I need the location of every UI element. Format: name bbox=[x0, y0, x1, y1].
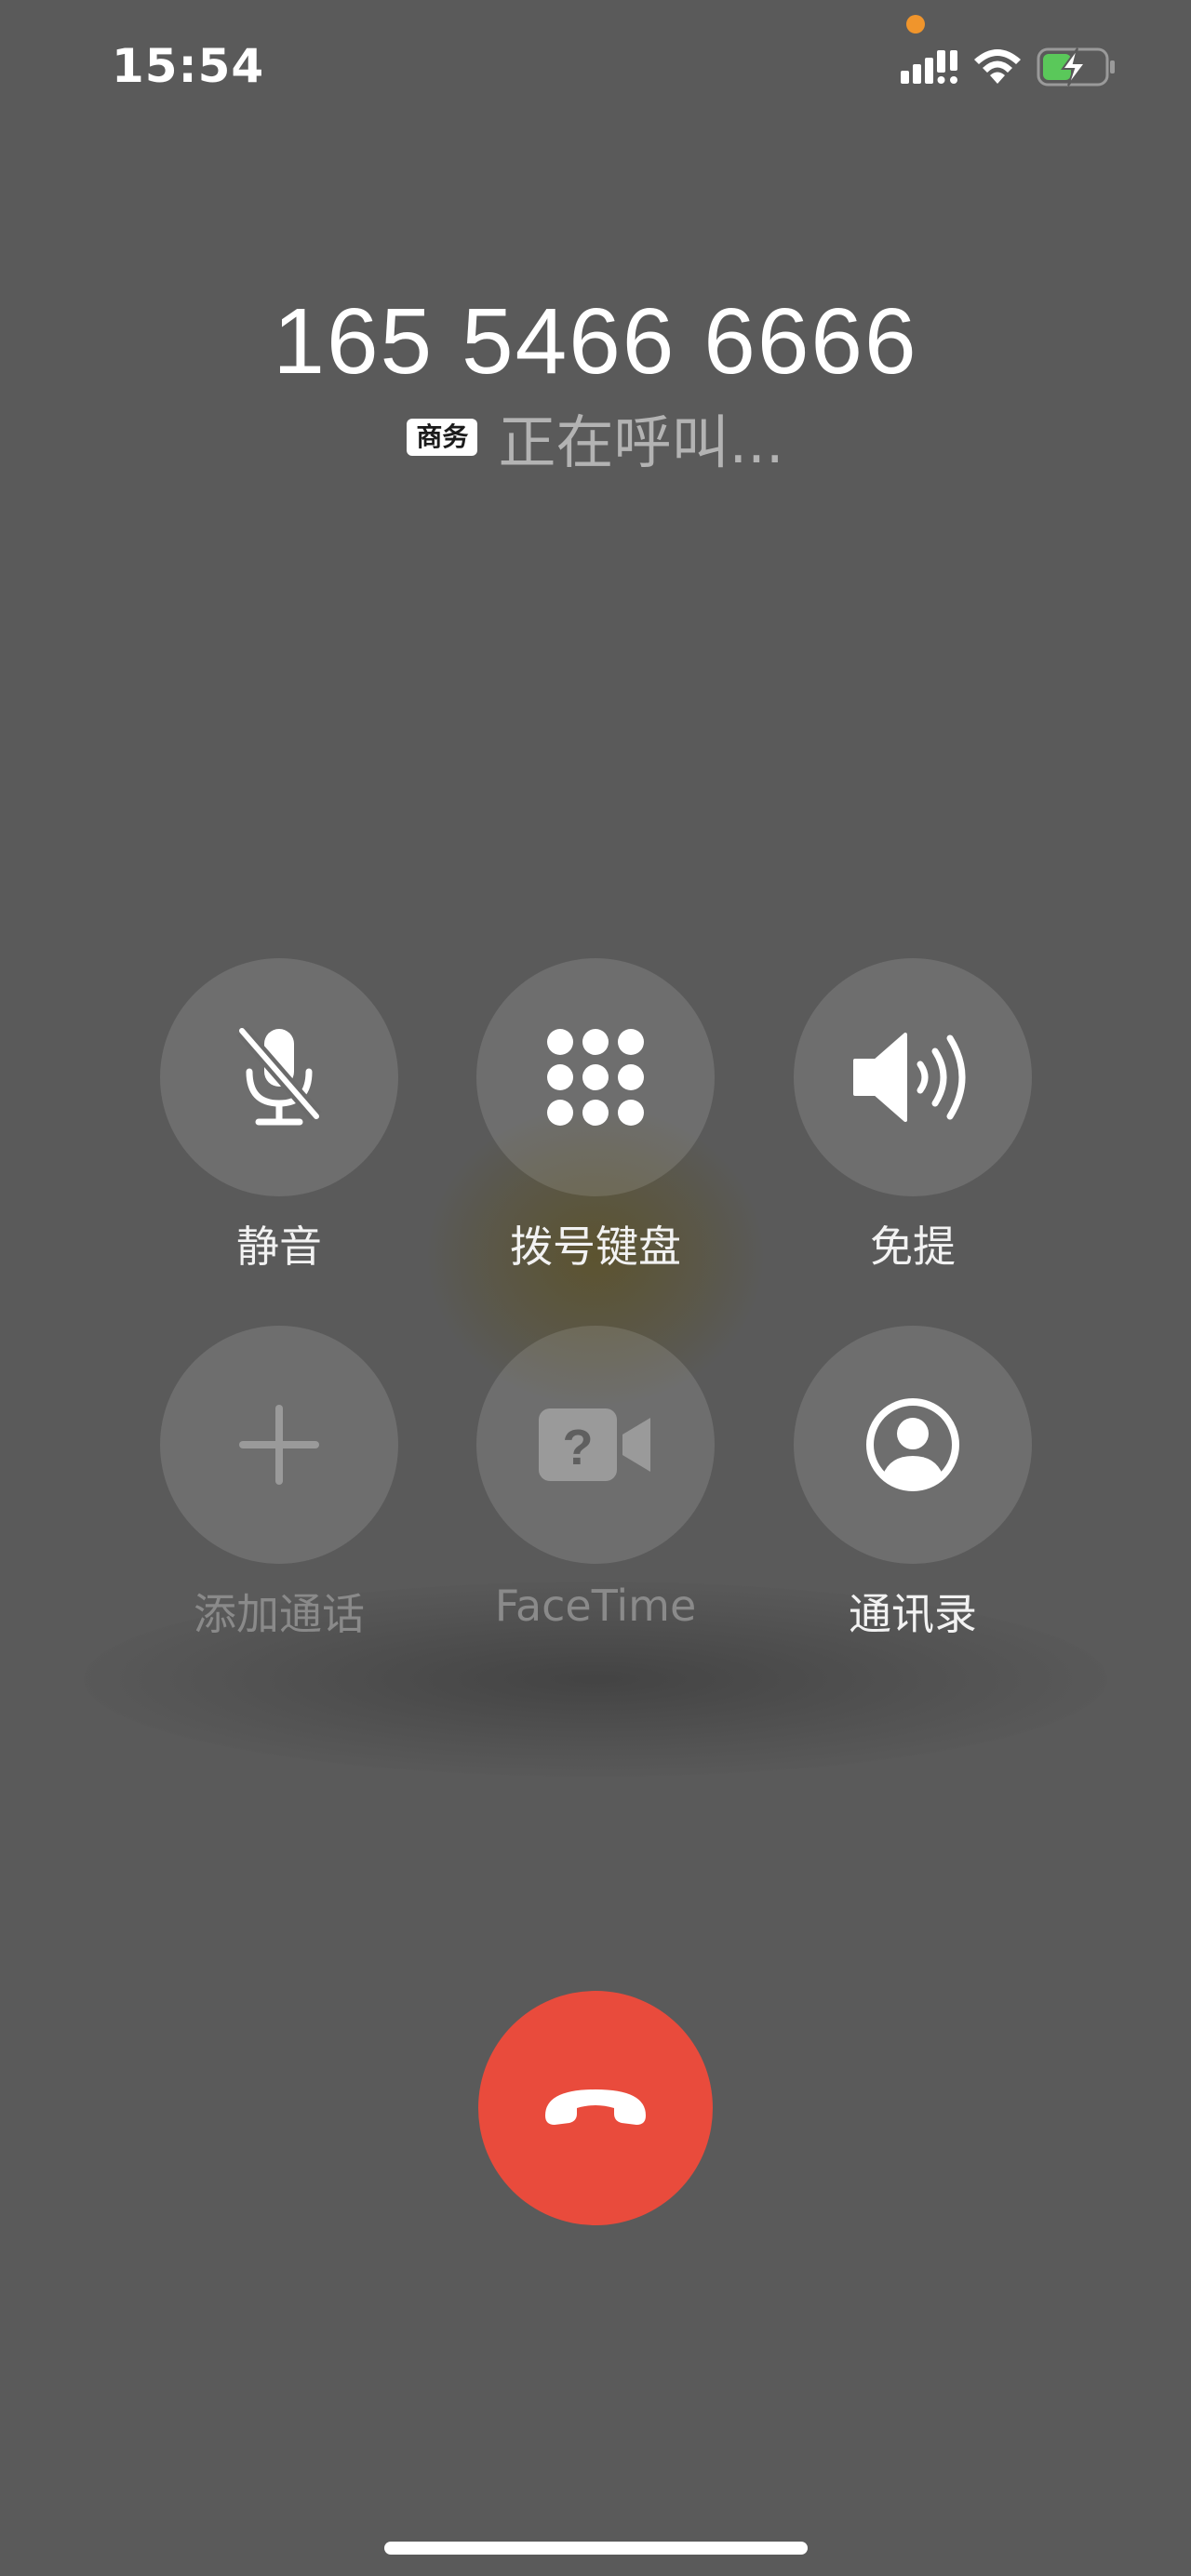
call-status-row: 商务 正在呼叫... bbox=[0, 400, 1191, 476]
call-status-text: 正在呼叫... bbox=[498, 408, 784, 476]
plus-icon bbox=[239, 1405, 319, 1485]
facetime-button[interactable]: ? FaceTime bbox=[476, 1326, 715, 1631]
video-question-icon: ? bbox=[539, 1408, 650, 1481]
svg-text:?: ? bbox=[563, 1420, 594, 1475]
phone-down-icon bbox=[545, 2089, 646, 2125]
caller-number: 165 5466 6666 bbox=[273, 289, 918, 394]
contacts-label: 通讯录 bbox=[849, 1589, 977, 1639]
person-circle-icon bbox=[866, 1398, 959, 1491]
wifi-icon bbox=[974, 49, 1021, 84]
keypad-label: 拨号键盘 bbox=[510, 1221, 681, 1272]
battery-charging-icon bbox=[1037, 47, 1115, 87]
mute-label: 静音 bbox=[236, 1221, 322, 1272]
mic-slash-icon bbox=[236, 1026, 322, 1126]
add-call-label: 添加通话 bbox=[194, 1589, 365, 1639]
keypad-icon bbox=[547, 1029, 644, 1126]
facetime-label: FaceTime bbox=[494, 1581, 697, 1631]
mute-button[interactable]: 静音 bbox=[160, 958, 398, 1275]
speaker-label: 免提 bbox=[870, 1221, 956, 1272]
mute-circle[interactable] bbox=[160, 958, 398, 1196]
cellular-signal-icon bbox=[901, 50, 957, 84]
contacts-circle[interactable] bbox=[794, 1326, 1032, 1564]
speaker-circle[interactable] bbox=[794, 958, 1032, 1196]
facetime-circle[interactable]: ? bbox=[476, 1326, 715, 1564]
end-call-button[interactable] bbox=[478, 1991, 713, 2225]
add-call-circle[interactable] bbox=[160, 1326, 398, 1564]
privacy-indicator-dot bbox=[906, 15, 925, 33]
status-time: 15:54 bbox=[112, 39, 265, 93]
keypad-button[interactable]: 拨号键盘 bbox=[476, 958, 715, 1275]
line-badge: 商务 bbox=[407, 419, 478, 456]
speaker-button[interactable]: 免提 bbox=[794, 958, 1032, 1275]
add-call-button[interactable]: 添加通话 bbox=[160, 1326, 398, 1642]
speaker-wave-icon bbox=[853, 1033, 966, 1122]
home-indicator[interactable] bbox=[384, 2542, 808, 2555]
contacts-button[interactable]: 通讯录 bbox=[794, 1326, 1032, 1642]
keypad-circle[interactable] bbox=[476, 958, 715, 1196]
